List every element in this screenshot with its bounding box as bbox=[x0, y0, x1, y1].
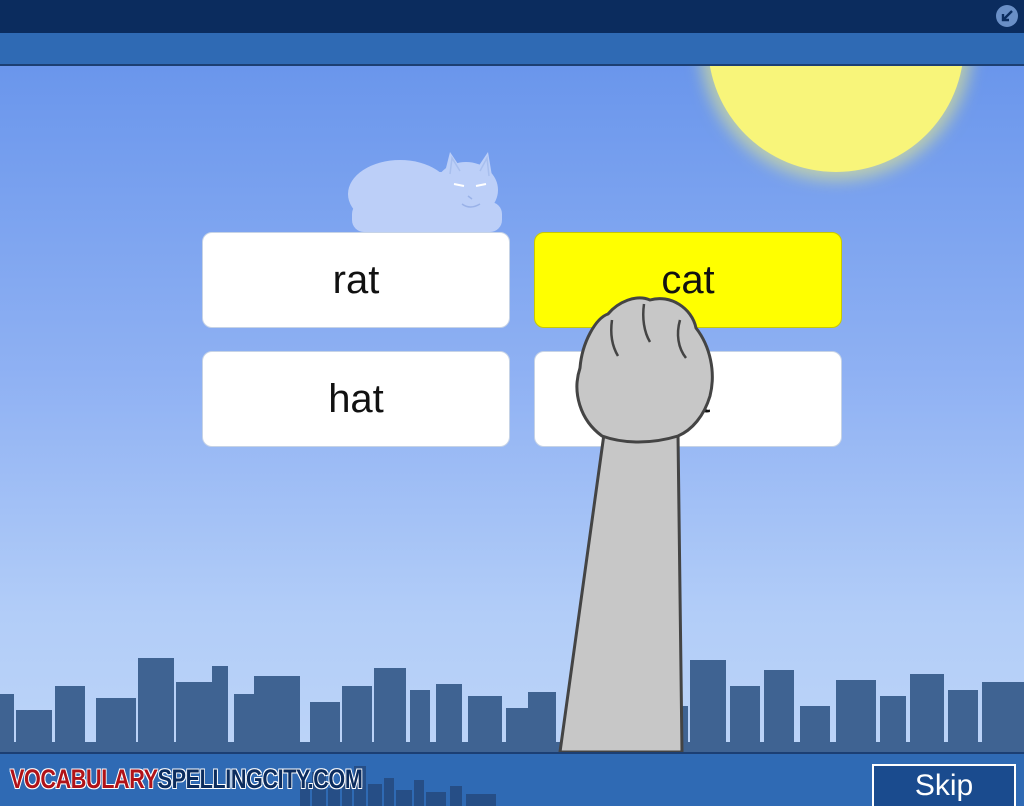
choice-hat[interactable]: hat bbox=[202, 351, 510, 447]
cloud-cat-icon bbox=[348, 152, 502, 232]
game-window: rat cat hat fat bbox=[0, 0, 1024, 806]
game-scene: rat cat hat fat bbox=[0, 66, 1024, 752]
vocabulary-spellingcity-logo[interactable]: VOCABULARYSPELLINGCITY.COM bbox=[10, 762, 363, 796]
top-bar bbox=[0, 0, 1024, 33]
cat-paw-icon bbox=[558, 296, 714, 752]
choice-label: rat bbox=[332, 257, 380, 302]
logo-spellingcity-text: SPELLINGCITY.COM bbox=[157, 764, 363, 794]
choice-label: hat bbox=[328, 376, 384, 421]
choice-rat[interactable]: rat bbox=[202, 232, 510, 328]
sun-icon bbox=[708, 66, 964, 172]
skip-button-label: Skip bbox=[914, 769, 974, 802]
city-skyline-icon bbox=[0, 658, 1024, 752]
arrow-down-left-icon[interactable] bbox=[996, 5, 1018, 27]
bottom-bar: VOCABULARYSPELLINGCITY.COM Skip bbox=[0, 752, 1024, 806]
skip-button[interactable]: Skip bbox=[872, 764, 1016, 806]
logo-vocabulary-text: VOCABULARY bbox=[10, 764, 159, 795]
title-band bbox=[0, 33, 1024, 66]
